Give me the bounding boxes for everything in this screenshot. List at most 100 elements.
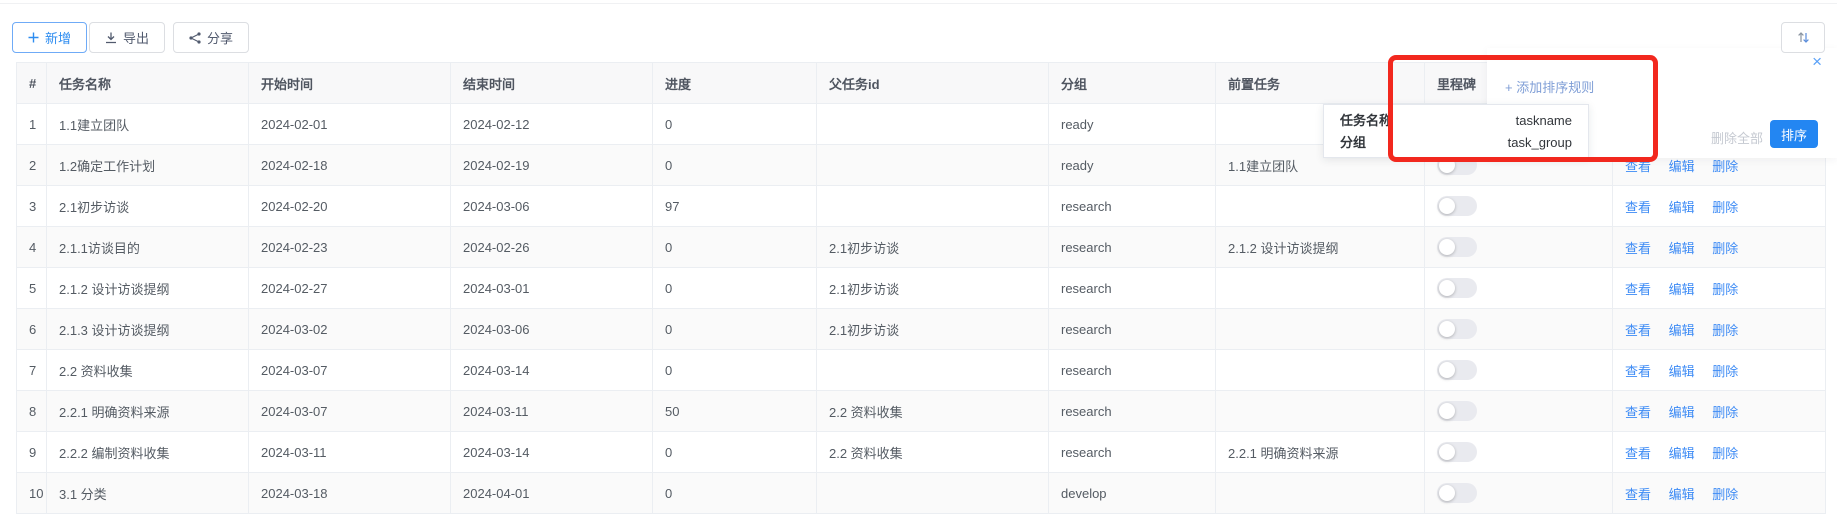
cell-group: research — [1049, 227, 1216, 268]
table-row: 10 3.1 分类 2024-03-18 2024-04-01 0 develo… — [17, 473, 1826, 514]
cell-task-name: 2.2 资料收集 — [47, 350, 249, 391]
milestone-toggle[interactable] — [1437, 278, 1477, 298]
table-row: 3 2.1初步访谈 2024-02-20 2024-03-06 97 resea… — [17, 186, 1826, 227]
cell-index: 9 — [17, 432, 47, 473]
cell-group: research — [1049, 268, 1216, 309]
cell-progress: 0 — [653, 350, 817, 391]
sort-button[interactable]: 排序 — [1770, 120, 1818, 148]
cell-pre-task — [1216, 309, 1425, 350]
view-link[interactable]: 查看 — [1625, 200, 1651, 215]
cell-pre-task — [1216, 268, 1425, 309]
milestone-toggle[interactable] — [1437, 319, 1477, 339]
cell-task-name: 2.1.2 设计访谈提纲 — [47, 268, 249, 309]
cell-parent-id — [817, 104, 1049, 145]
col-header-task-name: 任务名称 — [47, 63, 249, 104]
cell-start: 2024-02-23 — [249, 227, 451, 268]
edit-link[interactable]: 编辑 — [1669, 487, 1695, 502]
delete-link[interactable]: 删除 — [1712, 159, 1738, 174]
table-row: 8 2.2.1 明确资料来源 2024-03-07 2024-03-11 50 … — [17, 391, 1826, 432]
view-link[interactable]: 查看 — [1625, 282, 1651, 297]
delete-link[interactable]: 删除 — [1712, 241, 1738, 256]
cell-index: 4 — [17, 227, 47, 268]
edit-link[interactable]: 编辑 — [1669, 200, 1695, 215]
table-row: 9 2.2.2 编制资料收集 2024-03-11 2024-03-14 0 2… — [17, 432, 1826, 473]
sort-rule-item[interactable]: 分组 task_group — [1324, 132, 1588, 154]
view-link[interactable]: 查看 — [1625, 364, 1651, 379]
table-body: 1 1.1建立团队 2024-02-01 2024-02-12 0 ready … — [17, 104, 1826, 514]
cell-start: 2024-03-18 — [249, 473, 451, 514]
cell-start: 2024-02-18 — [249, 145, 451, 186]
close-icon[interactable]: × — [1812, 53, 1822, 70]
cell-index: 2 — [17, 145, 47, 186]
cell-actions: 查看 编辑 删除 — [1613, 350, 1826, 391]
cell-milestone — [1425, 350, 1613, 391]
cell-end: 2024-03-11 — [451, 391, 653, 432]
cell-group: research — [1049, 309, 1216, 350]
cell-index: 8 — [17, 391, 47, 432]
milestone-toggle[interactable] — [1437, 196, 1477, 216]
cell-start: 2024-03-07 — [249, 350, 451, 391]
view-link[interactable]: 查看 — [1625, 159, 1651, 174]
export-button-label: 导出 — [123, 28, 149, 47]
cell-task-name: 3.1 分类 — [47, 473, 249, 514]
cell-progress: 0 — [653, 145, 817, 186]
milestone-toggle[interactable] — [1437, 483, 1477, 503]
sort-rule-value: taskname — [1516, 110, 1572, 132]
view-link[interactable]: 查看 — [1625, 487, 1651, 502]
view-link[interactable]: 查看 — [1625, 323, 1651, 338]
top-divider — [0, 3, 1837, 4]
milestone-toggle[interactable] — [1437, 360, 1477, 380]
cell-actions: 查看 编辑 删除 — [1613, 186, 1826, 227]
cell-progress: 0 — [653, 268, 817, 309]
delete-link[interactable]: 删除 — [1712, 282, 1738, 297]
edit-link[interactable]: 编辑 — [1669, 282, 1695, 297]
cell-end: 2024-02-12 — [451, 104, 653, 145]
delete-link[interactable]: 删除 — [1712, 446, 1738, 461]
cell-milestone — [1425, 473, 1613, 514]
view-link[interactable]: 查看 — [1625, 241, 1651, 256]
task-table-page: 新增 导出 分享 # 任务名称 开始时间 结束时间 进度 父任务id — [0, 0, 1837, 529]
share-button[interactable]: 分享 — [173, 22, 249, 53]
add-button[interactable]: 新增 — [12, 22, 87, 53]
cell-group: research — [1049, 432, 1216, 473]
cell-parent-id: 2.2 资料收集 — [817, 391, 1049, 432]
export-button[interactable]: 导出 — [89, 22, 165, 53]
delete-all-button[interactable]: 删除全部 — [1711, 128, 1763, 147]
cell-index: 7 — [17, 350, 47, 391]
sort-rule-label: 任务名称 — [1340, 110, 1392, 132]
toolbar-sort-button[interactable] — [1781, 22, 1825, 53]
milestone-toggle[interactable] — [1437, 155, 1477, 175]
cell-actions: 查看 编辑 删除 — [1613, 309, 1826, 350]
cell-pre-task — [1216, 473, 1425, 514]
sort-rule-item[interactable]: 任务名称 taskname — [1324, 110, 1588, 132]
edit-link[interactable]: 编辑 — [1669, 446, 1695, 461]
delete-link[interactable]: 删除 — [1712, 323, 1738, 338]
col-header-start: 开始时间 — [249, 63, 451, 104]
milestone-toggle[interactable] — [1437, 401, 1477, 421]
milestone-toggle[interactable] — [1437, 237, 1477, 257]
edit-link[interactable]: 编辑 — [1669, 405, 1695, 420]
edit-link[interactable]: 编辑 — [1669, 364, 1695, 379]
cell-start: 2024-03-11 — [249, 432, 451, 473]
edit-link[interactable]: 编辑 — [1669, 159, 1695, 174]
edit-link[interactable]: 编辑 — [1669, 241, 1695, 256]
cell-index: 1 — [17, 104, 47, 145]
edit-link[interactable]: 编辑 — [1669, 323, 1695, 338]
delete-link[interactable]: 删除 — [1712, 405, 1738, 420]
col-header-progress: 进度 — [653, 63, 817, 104]
delete-link[interactable]: 删除 — [1712, 487, 1738, 502]
add-sort-rule-link[interactable]: + 添加排序规则 — [1505, 77, 1594, 96]
delete-link[interactable]: 删除 — [1712, 200, 1738, 215]
cell-progress: 0 — [653, 432, 817, 473]
cell-group: research — [1049, 350, 1216, 391]
cell-pre-task — [1216, 391, 1425, 432]
view-link[interactable]: 查看 — [1625, 446, 1651, 461]
cell-progress: 0 — [653, 104, 817, 145]
cell-progress: 0 — [653, 227, 817, 268]
milestone-toggle[interactable] — [1437, 442, 1477, 462]
cell-actions: 查看 编辑 删除 — [1613, 432, 1826, 473]
cell-end: 2024-02-26 — [451, 227, 653, 268]
view-link[interactable]: 查看 — [1625, 405, 1651, 420]
delete-link[interactable]: 删除 — [1712, 364, 1738, 379]
cell-group: ready — [1049, 145, 1216, 186]
